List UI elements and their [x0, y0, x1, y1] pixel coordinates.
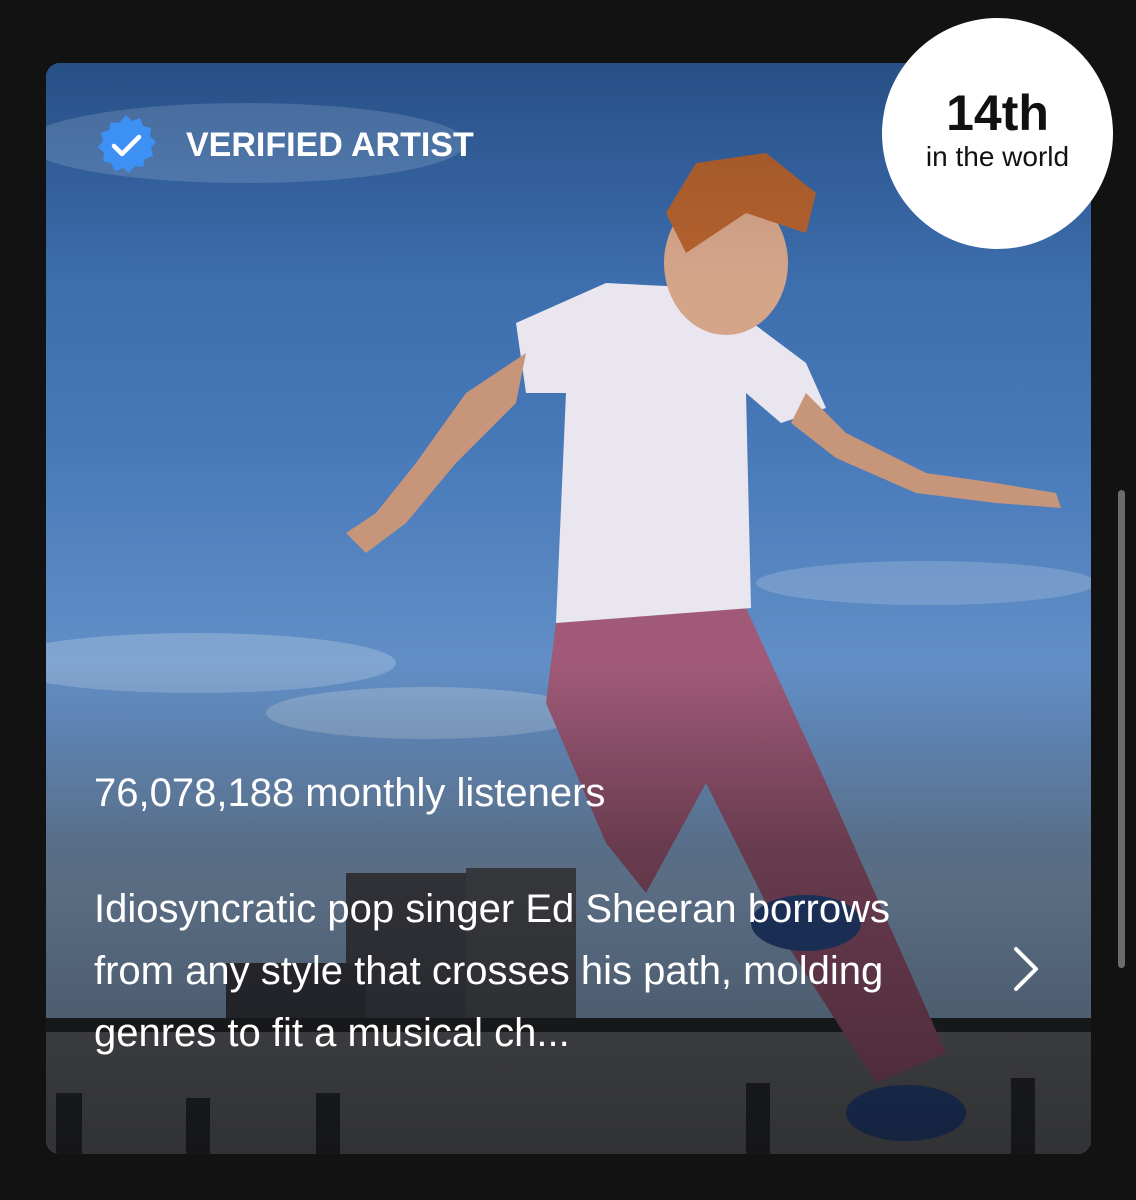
world-rank-position: 14th [946, 84, 1049, 141]
artist-bio: Idiosyncratic pop singer Ed Sheeran borr… [94, 887, 890, 1055]
world-rank-subtitle: in the world [925, 140, 1070, 172]
artist-about-page: VERIFIED ARTIST 76,078,188 monthly liste… [0, 0, 1136, 1200]
scrollbar-thumb[interactable] [1118, 490, 1125, 968]
verified-artist-row: VERIFIED ARTIST [94, 113, 474, 177]
world-rank-badge: 14th in the world [882, 18, 1113, 249]
chevron-right-icon[interactable] [1008, 944, 1044, 994]
verified-artist-label: VERIFIED ARTIST [186, 125, 474, 164]
monthly-listeners: 76,078,188 monthly listeners [94, 771, 606, 815]
verified-badge-icon [98, 115, 156, 173]
